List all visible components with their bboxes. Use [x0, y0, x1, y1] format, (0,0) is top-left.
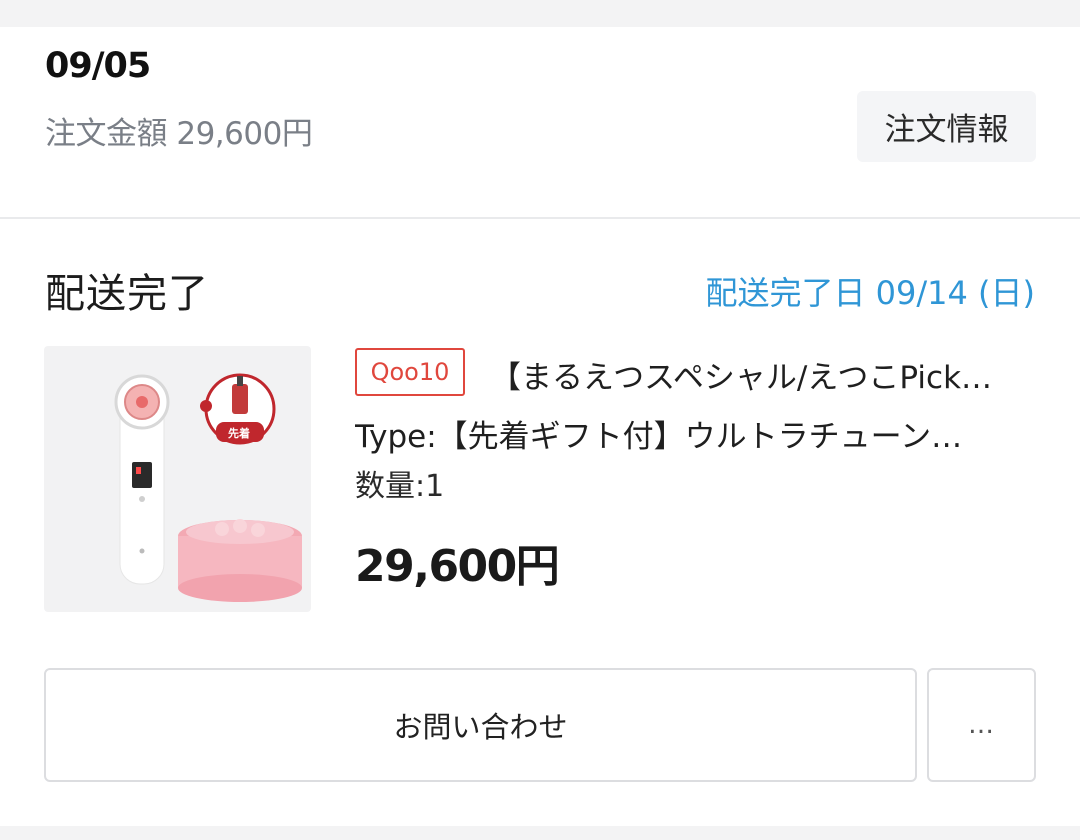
- contact-button[interactable]: お問い合わせ: [44, 668, 917, 782]
- product-thumbnail[interactable]: 先着: [44, 346, 311, 612]
- delivery-completed-date: 配送完了日 09/14 (日): [705, 274, 1035, 312]
- order-total-amount: 注文金額 29,600円: [45, 116, 313, 152]
- order-date: 09/05: [45, 46, 151, 86]
- delivery-status: 配送完了: [45, 271, 209, 317]
- shop-badge: Qoo10: [355, 348, 465, 396]
- beauty-device-with-cream-image: [114, 373, 302, 602]
- bottom-separator-strip: [0, 826, 1080, 840]
- product-quantity: 数量:1: [355, 469, 445, 504]
- product-type: Type:【先着ギフト付】ウルトラチューン…: [355, 419, 963, 455]
- order-info-button[interactable]: 注文情報: [857, 91, 1036, 162]
- product-price: 29,600円: [355, 541, 560, 592]
- ellipsis-icon: …: [968, 710, 995, 740]
- top-separator-strip: [0, 0, 1080, 27]
- product-title[interactable]: 【まるえつスペシャル/えつこPick…: [490, 352, 1036, 397]
- gift-tag: 先着: [228, 427, 250, 440]
- section-divider: [0, 217, 1080, 219]
- more-options-button[interactable]: …: [927, 668, 1036, 782]
